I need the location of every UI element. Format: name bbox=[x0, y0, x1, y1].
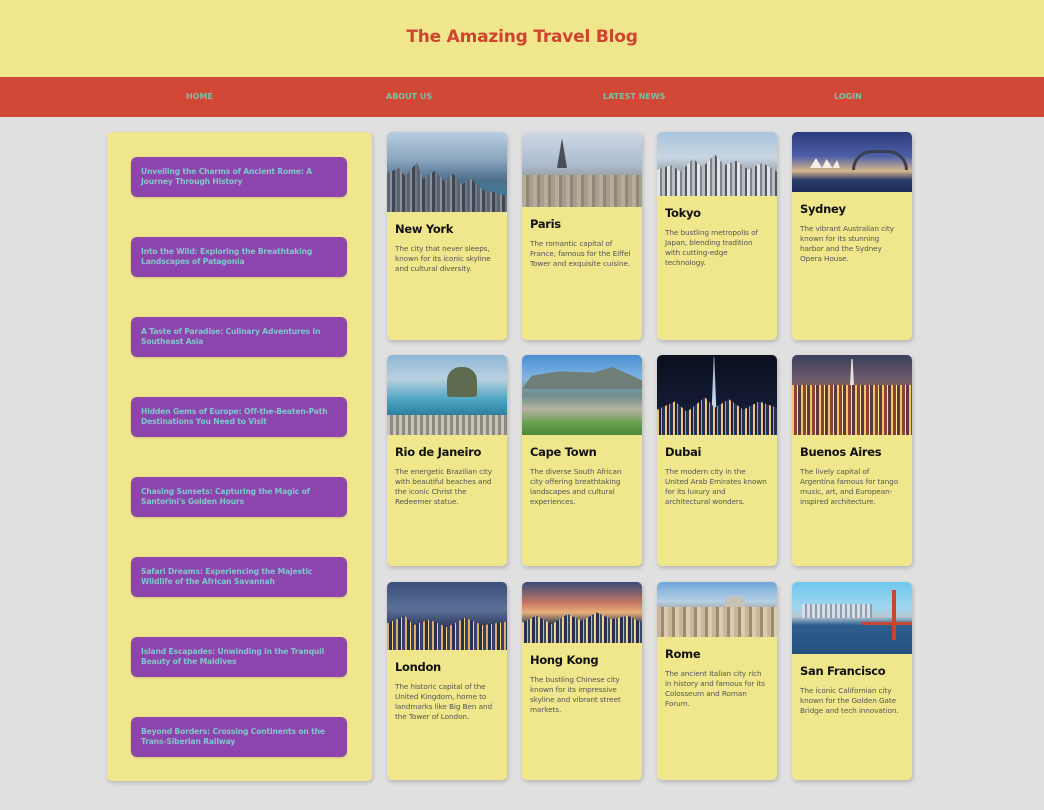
sidebar-article-link[interactable]: Island Escapades: Unwinding in the Tranq… bbox=[131, 637, 347, 677]
city-card[interactable]: New York The city that never sleeps, kno… bbox=[387, 132, 507, 340]
city-description: The historic capital of the United Kingd… bbox=[395, 682, 493, 721]
city-description: The city that never sleeps, known for it… bbox=[395, 244, 491, 273]
city-description: The ancient Italian city rich in history… bbox=[665, 669, 765, 708]
city-name: Hong Kong bbox=[530, 653, 599, 667]
sidebar: Unveiling the Charms of Ancient Rome: A … bbox=[107, 132, 372, 781]
sidebar-article-link[interactable]: Unveiling the Charms of Ancient Rome: A … bbox=[131, 157, 347, 197]
sidebar-article-title: Chasing Sunsets: Capturing the Magic of … bbox=[141, 487, 310, 506]
city-name: Rome bbox=[665, 647, 701, 661]
city-name: Buenos Aires bbox=[800, 445, 882, 459]
city-name: London bbox=[395, 660, 441, 674]
nav-home[interactable]: HOME bbox=[186, 77, 213, 117]
city-card[interactable]: Paris The romantic capital of France, fa… bbox=[522, 132, 642, 340]
city-card[interactable]: Dubai The modern city in the United Arab… bbox=[657, 355, 777, 566]
city-name: Cape Town bbox=[530, 445, 597, 459]
city-description: The iconic Californian city known for th… bbox=[800, 686, 899, 715]
city-name: Dubai bbox=[665, 445, 702, 459]
city-description: The bustling Chinese city known for its … bbox=[530, 675, 621, 714]
sidebar-article-title: Island Escapades: Unwinding in the Tranq… bbox=[141, 647, 325, 666]
city-description: The lively capital of Argentina famous f… bbox=[800, 467, 899, 506]
dubai-photo bbox=[657, 355, 777, 435]
buenos-aires-photo bbox=[792, 355, 912, 435]
sidebar-article-link[interactable]: Safari Dreams: Experiencing the Majestic… bbox=[131, 557, 347, 597]
city-card[interactable]: Tokyo The bustling metropolis of Japan, … bbox=[657, 132, 777, 340]
city-description: The vibrant Australian city known for it… bbox=[800, 224, 894, 263]
nav-latest-news[interactable]: LATEST NEWS bbox=[603, 77, 665, 117]
city-card[interactable]: Cape Town The diverse South African city… bbox=[522, 355, 642, 566]
paris-photo bbox=[522, 132, 642, 207]
sidebar-article-link[interactable]: Beyond Borders: Crossing Continents on t… bbox=[131, 717, 347, 757]
city-description: The bustling metropolis of Japan, blendi… bbox=[665, 228, 758, 267]
sidebar-article-title: A Taste of Paradise: Culinary Adventures… bbox=[141, 327, 321, 346]
city-card[interactable]: San Francisco The iconic Californian cit… bbox=[792, 582, 912, 780]
city-description: The modern city in the United Arab Emira… bbox=[665, 467, 767, 506]
sidebar-article-title: Beyond Borders: Crossing Continents on t… bbox=[141, 727, 325, 746]
san-francisco-photo bbox=[792, 582, 912, 654]
nav-login[interactable]: LOGIN bbox=[834, 77, 862, 117]
city-card[interactable]: Sydney The vibrant Australian city known… bbox=[792, 132, 912, 340]
sidebar-article-title: Hidden Gems of Europe: Off-the-Beaten-Pa… bbox=[141, 407, 328, 426]
city-card[interactable]: London The historic capital of the Unite… bbox=[387, 582, 507, 780]
city-description: The energetic Brazilian city with beauti… bbox=[395, 467, 492, 506]
cape-town-photo bbox=[522, 355, 642, 435]
london-photo bbox=[387, 582, 507, 650]
city-name: New York bbox=[395, 222, 454, 236]
nav-about-us[interactable]: ABOUT US bbox=[386, 77, 432, 117]
sidebar-article-link[interactable]: Chasing Sunsets: Capturing the Magic of … bbox=[131, 477, 347, 517]
city-card[interactable]: Rio de Janeiro The energetic Brazilian c… bbox=[387, 355, 507, 566]
tokyo-photo bbox=[657, 132, 777, 196]
rio-de-janeiro-photo bbox=[387, 355, 507, 435]
city-name: San Francisco bbox=[800, 664, 886, 678]
city-description: The romantic capital of France, famous f… bbox=[530, 239, 631, 268]
city-name: Paris bbox=[530, 217, 561, 231]
site-title: The Amazing Travel Blog bbox=[406, 27, 638, 47]
rome-photo bbox=[657, 582, 777, 637]
sidebar-article-title: Into the Wild: Exploring the Breathtakin… bbox=[141, 247, 313, 266]
sidebar-article-link[interactable]: Into the Wild: Exploring the Breathtakin… bbox=[131, 237, 347, 277]
hong-kong-photo bbox=[522, 582, 642, 643]
city-card[interactable]: Hong Kong The bustling Chinese city know… bbox=[522, 582, 642, 780]
city-card[interactable]: Buenos Aires The lively capital of Argen… bbox=[792, 355, 912, 566]
city-name: Sydney bbox=[800, 202, 846, 216]
sidebar-article-title: Unveiling the Charms of Ancient Rome: A … bbox=[141, 167, 312, 186]
city-card[interactable]: Rome The ancient Italian city rich in hi… bbox=[657, 582, 777, 780]
site-header: The Amazing Travel Blog bbox=[0, 0, 1044, 77]
sidebar-article-title: Safari Dreams: Experiencing the Majestic… bbox=[141, 567, 313, 586]
sydney-photo bbox=[792, 132, 912, 192]
sidebar-article-link[interactable]: A Taste of Paradise: Culinary Adventures… bbox=[131, 317, 347, 357]
city-description: The diverse South African city offering … bbox=[530, 467, 622, 506]
city-name: Tokyo bbox=[665, 206, 701, 220]
main-nav: HOME ABOUT US LATEST NEWS LOGIN bbox=[0, 77, 1044, 117]
sidebar-article-link[interactable]: Hidden Gems of Europe: Off-the-Beaten-Pa… bbox=[131, 397, 347, 437]
city-name: Rio de Janeiro bbox=[395, 445, 482, 459]
new-york-photo bbox=[387, 132, 507, 212]
